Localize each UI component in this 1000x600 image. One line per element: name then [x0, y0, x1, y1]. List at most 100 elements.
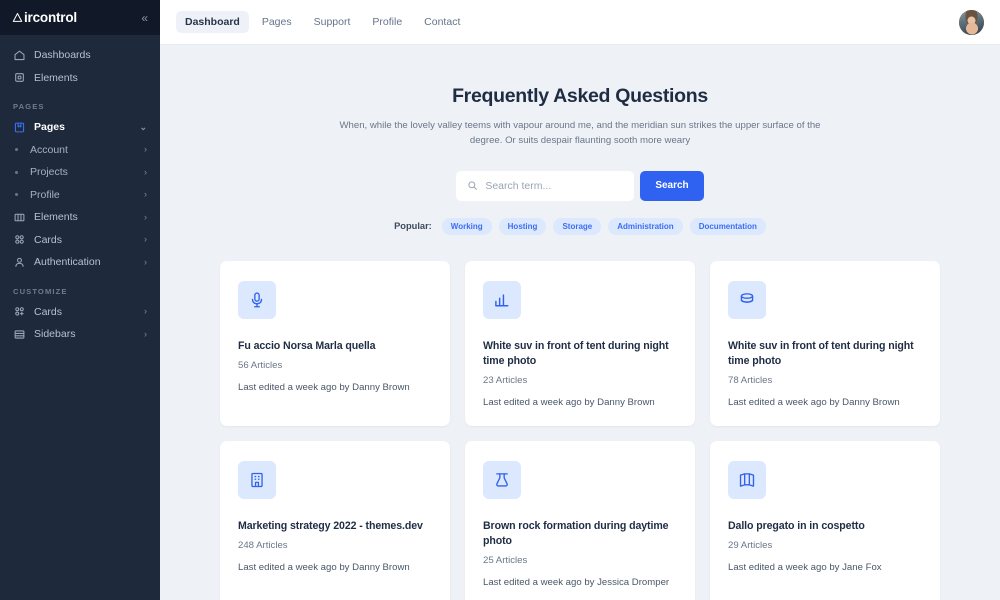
top-navbar: Dashboard Pages Support Profile Contact — [160, 0, 1000, 45]
table-row[interactable]: White suv in front of tent during night … — [710, 261, 940, 426]
search-button[interactable]: Search — [640, 171, 703, 201]
sidebar-item-dashboards[interactable]: Dashboards — [0, 44, 160, 67]
tab-dashboard[interactable]: Dashboard — [176, 11, 249, 33]
tag-administration[interactable]: Administration — [608, 218, 682, 235]
card-meta: Last edited a week ago by Danny Brown — [728, 397, 922, 408]
tag-documentation[interactable]: Documentation — [690, 218, 766, 235]
card-title: White suv in front of tent during night … — [728, 339, 922, 369]
chevron-right-icon: › — [144, 213, 147, 222]
bar-chart-icon — [483, 281, 521, 319]
tab-profile[interactable]: Profile — [363, 11, 411, 33]
faq-card-grid: Fu accio Norsa Marla quella 56 Articles … — [220, 261, 940, 600]
card-title: Dallo pregato in in cospetto — [728, 519, 922, 534]
card-article-count: 29 Articles — [728, 540, 922, 551]
table-row[interactable]: White suv in front of tent during night … — [465, 261, 695, 426]
sidebar-item-label: Cards — [34, 306, 144, 318]
sidebar-item-label: Projects — [30, 166, 144, 178]
tag-working[interactable]: Working — [442, 218, 492, 235]
card-article-count: 23 Articles — [483, 375, 677, 386]
table-row[interactable]: Brown rock formation during daytime phot… — [465, 441, 695, 600]
brand-name: ircontrol — [24, 10, 77, 25]
database-icon — [728, 281, 766, 319]
building-icon — [238, 461, 276, 499]
sidebar-item-label: Sidebars — [34, 328, 144, 340]
bullet-dot-icon — [15, 171, 18, 174]
search-input[interactable] — [485, 180, 623, 192]
sidebar-item-label: Cards — [34, 234, 144, 246]
sidebar-item-cards[interactable]: Cards › — [0, 229, 160, 252]
popular-tags-row: Popular: Working Hosting Storage Adminis… — [160, 218, 1000, 235]
sidebar-item-pages[interactable]: Pages ⌄ — [0, 116, 160, 139]
brand-logo: ircontrol — [12, 10, 77, 25]
popular-label: Popular: — [394, 221, 432, 231]
sidebar-item-label: Dashboards — [34, 49, 147, 61]
table-row[interactable]: Fu accio Norsa Marla quella 56 Articles … — [220, 261, 450, 426]
card-meta: Last edited a week ago by Danny Brown — [238, 562, 432, 573]
card-article-count: 56 Articles — [238, 360, 432, 371]
page-subtitle: When, while the lovely valley teems with… — [330, 118, 830, 149]
table-row[interactable]: Marketing strategy 2022 - themes.dev 248… — [220, 441, 450, 600]
sidebar-item-account[interactable]: Account › — [0, 139, 160, 162]
sidebar-item-elements-top[interactable]: Elements — [0, 67, 160, 90]
sidebar-item-elements[interactable]: Elements › — [0, 206, 160, 229]
tab-support[interactable]: Support — [305, 11, 360, 33]
sidebar-item-authentication[interactable]: Authentication › — [0, 251, 160, 274]
card-meta: Last edited a week ago by Jessica Drompe… — [483, 577, 677, 588]
card-title: Marketing strategy 2022 - themes.dev — [238, 519, 432, 534]
card-title: Brown rock formation during daytime phot… — [483, 519, 677, 549]
sidebar-item-label: Account — [30, 144, 144, 156]
user-avatar-photo — [959, 10, 984, 35]
chevron-right-icon: › — [144, 168, 147, 177]
chip-icon — [13, 71, 26, 84]
flask-icon — [483, 461, 521, 499]
tag-hosting[interactable]: Hosting — [499, 218, 547, 235]
sidebar-section-pages-title: PAGES — [0, 89, 160, 116]
card-meta: Last edited a week ago by Danny Brown — [238, 382, 432, 393]
double-chevron-left-icon[interactable]: « — [141, 12, 148, 24]
chevron-right-icon: › — [144, 330, 147, 339]
tab-contact[interactable]: Contact — [415, 11, 469, 33]
chevron-right-icon: › — [144, 190, 147, 199]
sidebar-item-label: Elements — [34, 211, 144, 223]
sidebar-brand[interactable]: ircontrol « — [0, 0, 160, 35]
chevron-down-icon: ⌄ — [139, 123, 147, 132]
top-nav-links: Dashboard Pages Support Profile Contact — [176, 11, 469, 33]
chevron-right-icon: › — [144, 307, 147, 316]
card-meta: Last edited a week ago by Jane Fox — [728, 562, 922, 573]
home-icon — [13, 49, 26, 62]
sidebar-item-label: Profile — [30, 189, 144, 201]
triangle-a-logo-icon — [12, 12, 23, 23]
sidebar-item-label: Pages — [34, 121, 139, 133]
card-article-count: 248 Articles — [238, 540, 432, 551]
sidebar-nav: Dashboards Elements PAGES — [0, 35, 160, 600]
tab-pages[interactable]: Pages — [253, 11, 301, 33]
chevron-right-icon: › — [144, 145, 147, 154]
chevron-right-icon: › — [144, 258, 147, 267]
sidebar-icon — [13, 328, 26, 341]
card-title: White suv in front of tent during night … — [483, 339, 677, 369]
card-article-count: 78 Articles — [728, 375, 922, 386]
sidebar: ircontrol « Dashboards — [0, 0, 160, 600]
user-icon — [13, 256, 26, 269]
sidebar-item-cards-customize[interactable]: Cards › — [0, 301, 160, 324]
sidebar-item-projects[interactable]: Projects › — [0, 161, 160, 184]
avatar[interactable] — [959, 10, 984, 35]
grid-icon — [13, 233, 26, 246]
table-row[interactable]: Dallo pregato in in cospetto 29 Articles… — [710, 441, 940, 600]
bullet-dot-icon — [15, 148, 18, 151]
tag-storage[interactable]: Storage — [553, 218, 601, 235]
bullet-dot-icon — [15, 193, 18, 196]
main-area: Dashboard Pages Support Profile Contact … — [160, 0, 1000, 600]
sidebar-item-profile[interactable]: Profile › — [0, 184, 160, 207]
card-meta: Last edited a week ago by Danny Brown — [483, 397, 677, 408]
sidebar-item-label: Authentication — [34, 256, 144, 268]
map-icon — [728, 461, 766, 499]
search-icon — [467, 180, 478, 191]
page-title: Frequently Asked Questions — [160, 85, 1000, 108]
app-root: ircontrol « Dashboards — [0, 0, 1000, 600]
sidebar-item-sidebars[interactable]: Sidebars › — [0, 323, 160, 346]
card-article-count: 25 Articles — [483, 555, 677, 566]
search-box[interactable] — [456, 171, 634, 201]
columns-icon — [13, 211, 26, 224]
book-icon — [13, 121, 26, 134]
